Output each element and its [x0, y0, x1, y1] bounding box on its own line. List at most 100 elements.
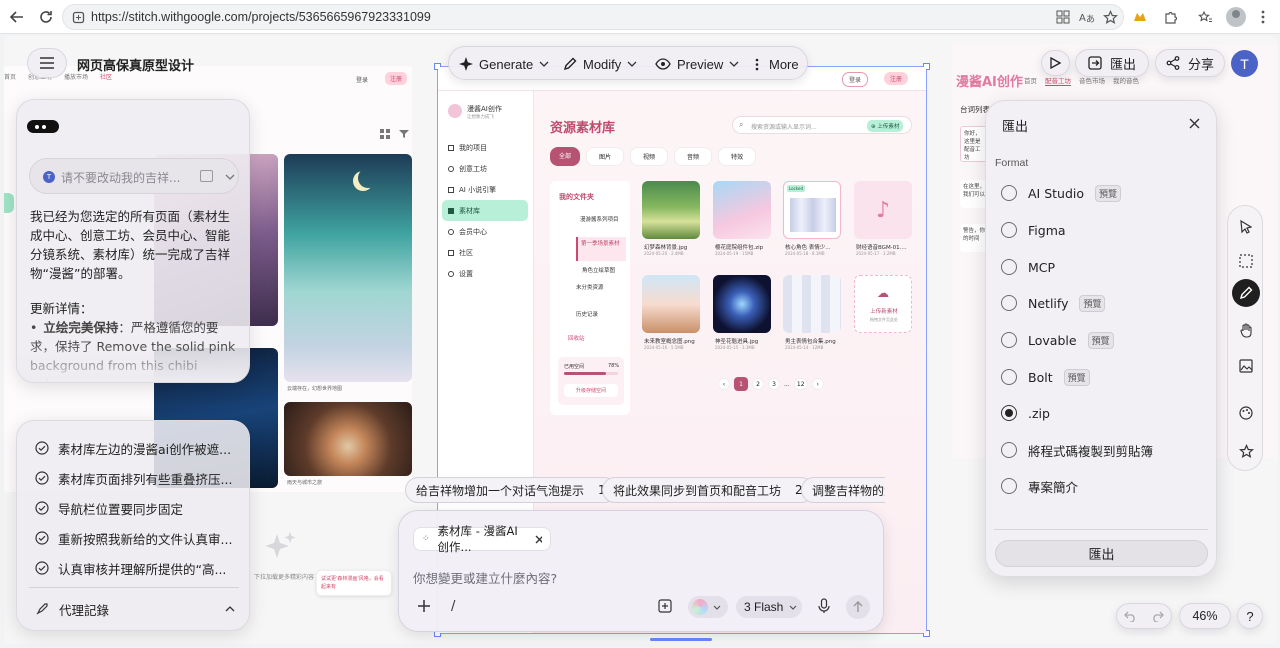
task-item[interactable]: 认真审核并理解所提供的“高... [35, 557, 226, 579]
add-icon[interactable] [417, 599, 433, 615]
format-option-ai-studio[interactable]: AI Studio 預覽 [1001, 183, 1122, 203]
generate-button[interactable]: Generate [459, 47, 549, 81]
center-register[interactable]: 注册 [884, 72, 909, 85]
nav-item[interactable]: 首页 [4, 72, 16, 81]
sidebar-item-workshop[interactable]: 创意工坊 [442, 158, 528, 179]
format-option-clipboard[interactable]: 將程式碼複製到剪貼簿 [1001, 440, 1153, 460]
close-icon[interactable] [1189, 118, 1200, 129]
library-search[interactable]: ⌕ 搜索资源或输入显示词... ⊕ 上传素材 [732, 116, 912, 134]
favorites-icon[interactable] [1196, 8, 1214, 26]
sidebar-item-community[interactable]: 社区 [442, 242, 528, 263]
left-login[interactable]: 登录 [356, 75, 368, 84]
music-note-icon[interactable]: ♪ [854, 181, 912, 239]
help-button[interactable]: ? [1237, 603, 1263, 629]
grid-view-icon[interactable] [380, 129, 392, 141]
upload-button[interactable]: ⊕ 上传素材 [867, 120, 904, 132]
image-card-ramen[interactable] [284, 402, 412, 476]
address-bar[interactable]: https://stitch.withgoogle.com/projects/5… [62, 4, 1124, 30]
folder-item[interactable]: 角色立绘草图 [582, 266, 615, 274]
more-button[interactable]: More [755, 47, 799, 81]
sidebar-item-novel[interactable]: AI 小说引擎 [442, 179, 528, 200]
extension-fox-icon[interactable] [1131, 8, 1149, 26]
agent-log-toggle[interactable]: 代理記錄 [35, 598, 235, 620]
radio-button[interactable] [1001, 185, 1017, 201]
bookmark-star-icon[interactable] [1101, 8, 1119, 26]
frame-drag-handle[interactable] [650, 638, 712, 641]
attachment-chip[interactable]: ⁘ 素材库 - 漫酱AI创作... [413, 524, 551, 554]
translate-icon[interactable]: Aあ [1078, 8, 1096, 26]
suggestion-chip[interactable]: 给吉祥物增加一个对话气泡提示1 [405, 477, 617, 503]
share-button[interactable]: 分享 [1155, 49, 1225, 77]
page-button[interactable]: 12 [793, 378, 808, 390]
palette-icon[interactable] [1232, 399, 1260, 427]
asset-thumb[interactable] [642, 181, 700, 239]
filter-icon[interactable] [399, 129, 411, 141]
folder-item[interactable]: 未分类资源 [576, 284, 610, 292]
radio-button[interactable] [1001, 442, 1017, 458]
radio-button[interactable] [1001, 259, 1017, 275]
left-register[interactable]: 注册 [385, 72, 408, 85]
nav-item[interactable]: 配音工坊 [1045, 75, 1071, 86]
radio-button[interactable] [1001, 332, 1017, 348]
suggestion-chip[interactable]: 调整吉祥物的大 [801, 477, 885, 503]
sidebar-item-settings[interactable]: 设置 [442, 263, 528, 284]
next-page-icon[interactable]: › [811, 378, 824, 390]
dialogue-card[interactable]: 在这里，我们可以 [960, 180, 988, 208]
task-item[interactable]: 重新按照我新给的文件认真审... [35, 527, 232, 549]
page-button[interactable]: 3 [768, 378, 780, 390]
storage-upgrade-button[interactable]: 升级存储空间 [564, 384, 618, 397]
reload-icon[interactable] [36, 7, 56, 27]
prompt-placeholder[interactable]: 你想變更或建立什麼內容? [413, 568, 557, 587]
export-button[interactable]: 匯出 [1075, 49, 1149, 77]
image-icon[interactable] [1232, 352, 1260, 380]
radio-button[interactable] [1001, 369, 1017, 385]
page-button[interactable]: 1 [734, 377, 748, 391]
sidebar-item-library[interactable]: 素材库 [442, 200, 528, 221]
tab-images[interactable]: 图片 [586, 147, 625, 166]
undo-icon[interactable] [1124, 611, 1137, 622]
microphone-icon[interactable] [817, 598, 833, 616]
modify-button[interactable]: Modify [563, 47, 637, 81]
trash-item[interactable]: 回收站 [568, 334, 585, 342]
format-option-mcp[interactable]: MCP [1001, 257, 1055, 277]
apps-icon[interactable] [1054, 8, 1072, 26]
task-item[interactable]: 导航栏位置要同步固定 [35, 497, 183, 519]
star-icon[interactable] [1232, 437, 1260, 465]
theme-selector[interactable] [688, 596, 728, 618]
image-card-floating-island[interactable] [284, 154, 412, 382]
format-option-bolt[interactable]: Bolt 預覽 [1001, 367, 1090, 387]
radio-button[interactable] [1001, 478, 1017, 494]
tab-videos[interactable]: 视频 [630, 147, 669, 166]
dialogue-card[interactable]: 警告，你的时间 [960, 224, 988, 252]
redo-icon[interactable] [1151, 611, 1164, 622]
preview-button[interactable]: Preview [655, 47, 739, 81]
task-item[interactable]: 素材库左边的漫酱ai创作被遮... [35, 437, 231, 459]
project-title[interactable]: 网页高保真原型设计 [77, 55, 194, 74]
profile-avatar[interactable] [1226, 7, 1246, 27]
send-button[interactable] [846, 595, 870, 619]
sidebar-item-projects[interactable]: 我的项目 [442, 137, 528, 158]
slash-command[interactable]: / [451, 599, 455, 614]
extensions-puzzle-icon[interactable] [1161, 8, 1179, 26]
tab-audio[interactable]: 音频 [674, 147, 713, 166]
format-option-netlify[interactable]: Netlify 預覽 [1001, 293, 1106, 313]
suggestion-chip[interactable]: 将此效果同步到首页和配音工坊 2 [602, 477, 814, 503]
format-option-project-brief[interactable]: 專案簡介 [1001, 476, 1078, 496]
upload-new-asset[interactable]: ☁ 上传新素材 拖拽文件至此处 [854, 275, 912, 333]
radio-button-selected[interactable] [1001, 405, 1017, 421]
asset-thumb[interactable] [713, 181, 771, 239]
export-confirm-button[interactable]: 匯出 [995, 540, 1208, 567]
user-avatar[interactable]: T [1231, 50, 1258, 77]
tab-all[interactable]: 全部 [550, 147, 581, 166]
page-button[interactable]: 2 [752, 378, 764, 390]
asset-thumb-locked[interactable]: Locked [783, 181, 841, 239]
site-info-icon[interactable] [72, 11, 85, 24]
zoom-level[interactable]: 46% [1179, 603, 1231, 629]
browser-menu-icon[interactable] [1254, 8, 1272, 26]
format-option-lovable[interactable]: Lovable 預覽 [1001, 330, 1114, 350]
folder-item-active[interactable]: 第一季场景素材 [576, 237, 626, 261]
model-selector[interactable]: 3 Flash [736, 596, 802, 618]
add-screen-icon[interactable] [658, 599, 674, 615]
asset-thumb[interactable] [783, 275, 841, 333]
play-preview-button[interactable] [1041, 50, 1070, 76]
